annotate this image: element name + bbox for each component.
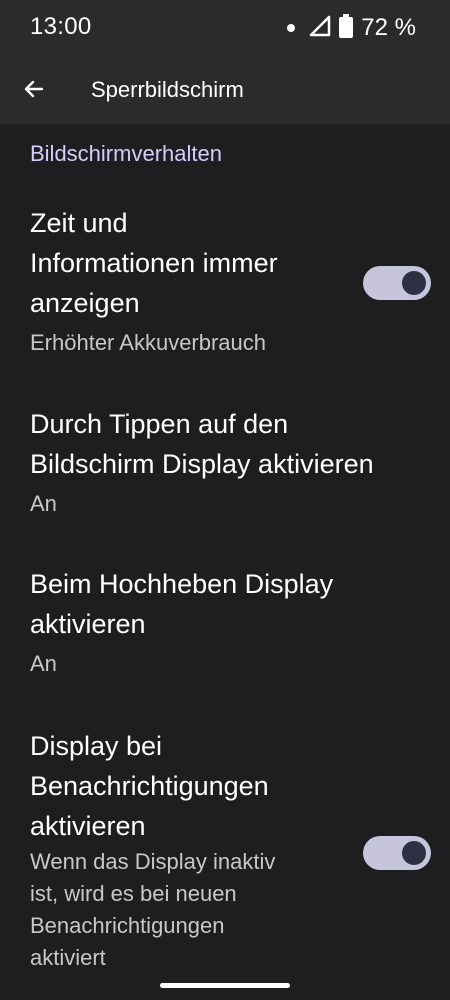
wake-on-notifications-toggle[interactable] (363, 836, 431, 870)
arrow-back-icon (24, 80, 44, 98)
setting-title: Display bei Benachrichtigungen aktiviere… (30, 731, 269, 841)
signal-icon (309, 15, 331, 42)
setting-summary: Wenn das Display inaktiv ist, wird es be… (30, 849, 276, 970)
section-header: Bildschirmverhalten (30, 141, 222, 166)
battery-icon (339, 13, 354, 43)
settings-screen: 13:00 72 % Sperrbildschirm Bildschirmver… (0, 0, 450, 1000)
setting-summary: An (30, 651, 57, 676)
toggle-thumb (402, 841, 426, 865)
toggle-thumb (402, 271, 426, 295)
app-bar: Sperrbildschirm (0, 58, 450, 124)
status-bar: 13:00 72 % (0, 0, 450, 58)
battery-percentage: 72 % (361, 14, 416, 41)
setting-summary: An (30, 491, 57, 516)
setting-title: Zeit und Informationen immer anzeigen (30, 208, 278, 318)
setting-summary: Erhöhter Akkuverbrauch (30, 330, 267, 355)
page-title: Sperrbildschirm (91, 77, 244, 102)
setting-title: Durch Tippen auf den Bildschirm Display … (30, 409, 374, 479)
home-indicator[interactable] (160, 983, 290, 988)
notification-dot-icon (287, 24, 296, 32)
status-icons: 72 % (287, 13, 416, 43)
back-button[interactable] (14, 69, 54, 109)
status-time: 13:00 (30, 13, 92, 40)
always-on-display-toggle[interactable] (363, 266, 431, 300)
setting-title: Beim Hochheben Display aktivieren (30, 569, 334, 639)
